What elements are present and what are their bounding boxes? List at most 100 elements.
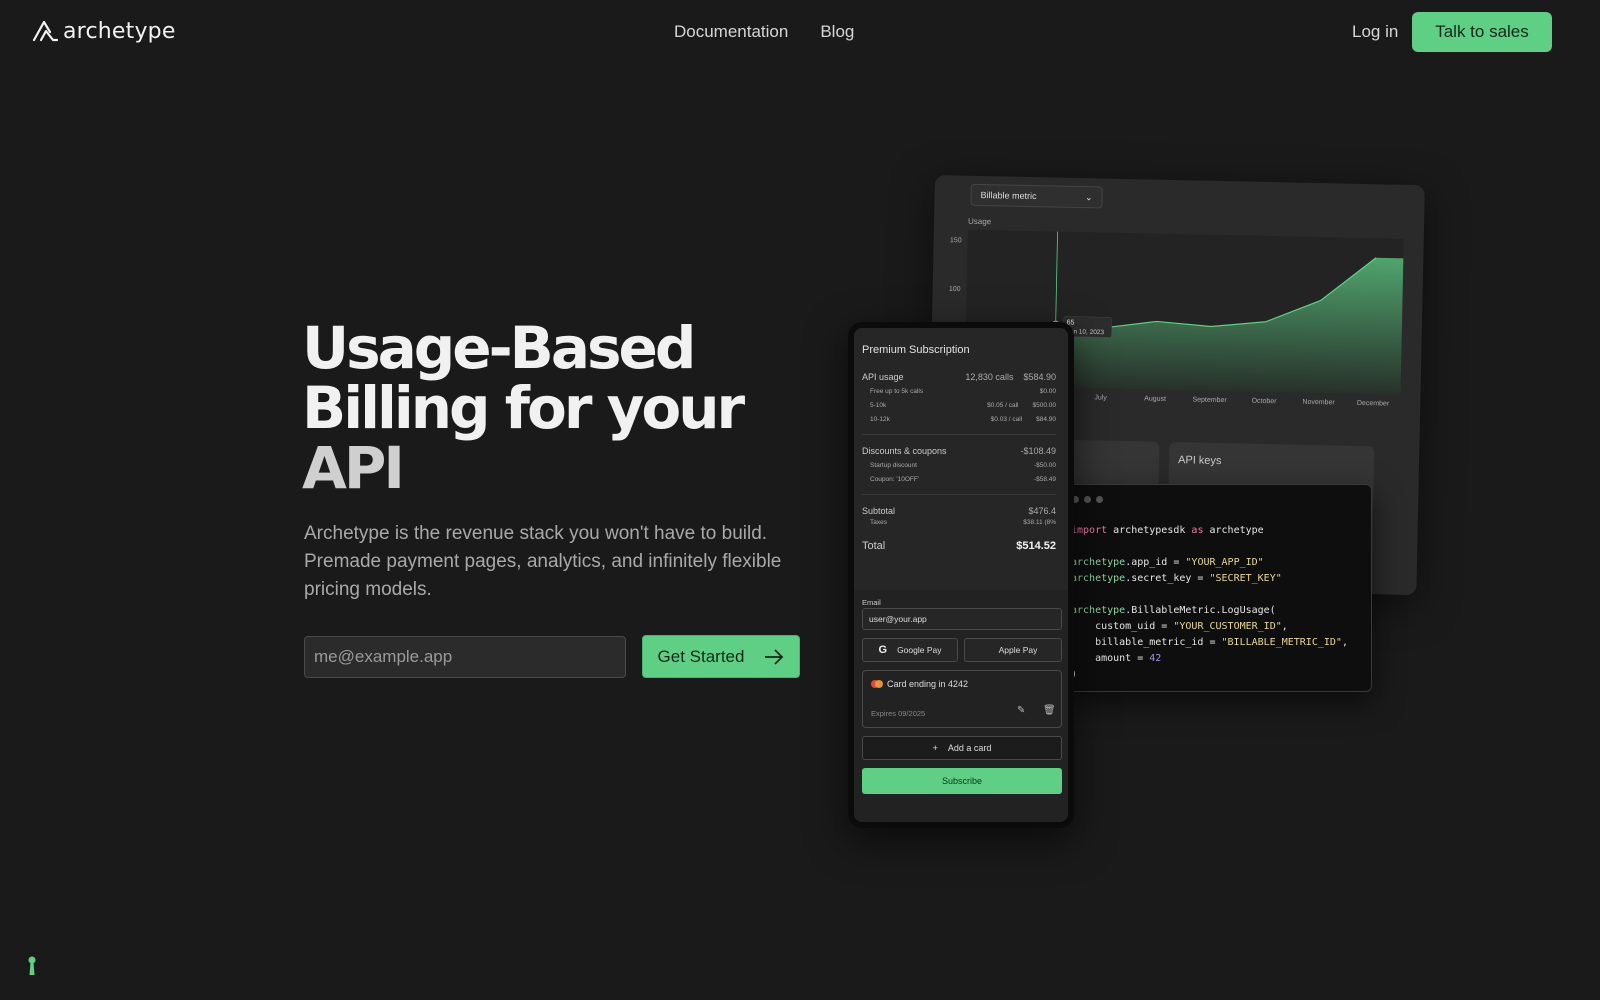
discounts-label: Discounts & coupons [862,446,947,456]
add-card-button[interactable]: + Add a card [862,736,1062,760]
tier-amount: $84.90 [1036,416,1056,423]
tier-label: 5-10k [870,402,887,409]
code-line: billable_metric_id = "BILLABLE_METRIC_ID… [1071,637,1348,648]
hero-title-line: Billing for your [302,374,745,442]
discount-item-row: Startup discount -$50.00 [862,462,1056,469]
signup-email-input[interactable] [304,636,626,678]
taxes-amount: $38.11 (8% [1023,519,1056,526]
nav-links: Documentation Blog [674,22,854,42]
api-usage-row: API usage 12,830 calls $584.90 [862,372,1056,382]
top-nav: archetype Documentation Blog Log in Talk… [0,0,1600,64]
google-pay-button[interactable]: G Google Pay [862,638,958,662]
subtotal-row: Subtotal $476.4 [862,506,1056,516]
discount-item-row: Coupon: '10OFF' -$58.49 [862,476,1056,483]
login-link[interactable]: Log in [1352,22,1398,42]
tier-row: 5-10k $0.05 / call $500.00 [862,402,1056,409]
api-usage-amount: $584.90 [1023,372,1056,382]
subtotal-amount: $476.4 [1028,506,1056,516]
subscription-title: Premium Subscription [862,344,970,356]
keyhole-icon[interactable] [28,956,36,976]
billable-metric-label: Billable metric [980,189,1037,202]
api-usage-label: API usage [862,372,904,382]
subtotal-label: Subtotal [862,506,896,516]
archetype-logo-icon [32,20,59,42]
mastercard-icon [871,680,883,688]
code-line: archetype.BillableMetric.LogUsage( [1071,605,1276,616]
code-line: archetype.app_id = "YOUR_APP_ID" [1071,557,1264,568]
code-snippet-panel: import archetypesdk as archetype archety… [1062,484,1372,692]
tier-amount: $500.00 [1032,402,1057,409]
x-tick-label: October [1252,398,1278,406]
discount-item-amount: -$58.49 [1033,476,1056,483]
edit-icon[interactable]: ✎ [1017,705,1025,716]
divider [862,434,1056,435]
discount-item-label: Coupon: '10OFF' [870,476,920,483]
code-block: import archetypesdk as archetype archety… [1071,523,1348,683]
tier-row: 10-12k $0.03 / call $84.90 [862,416,1056,423]
y-tick-label: 150 [950,237,962,244]
get-started-button[interactable]: Get Started [642,635,800,678]
x-tick-label: August [1144,395,1166,402]
google-icon: G [878,644,888,656]
tier-rate: $0.03 / call [990,416,1023,423]
code-line: import archetypesdk as archetype [1071,525,1264,536]
plus-icon: + [932,743,938,753]
tier-amount: $0.00 [1039,388,1056,395]
x-tick-label: November [1302,399,1335,407]
total-amount: $514.52 [1016,540,1056,552]
hero-title: Usage-Based Billing for your API [302,318,822,498]
apple-pay-label: Apple Pay [998,645,1038,655]
hero-subtitle-line: Premade payment pages, analytics, and in… [304,551,782,572]
code-line: amount = 42 [1071,653,1162,664]
hero-title-line: API [302,434,405,502]
discount-item-amount: -$50.00 [1033,462,1056,469]
api-usage-calls: 12,830 calls [965,372,1014,382]
y-tick-label: 100 [949,286,961,293]
tier-row: Free up to 5k calls $0.00 [862,388,1056,395]
arrow-right-icon [765,648,784,665]
saved-card[interactable]: Card ending in 4242 Expires 09/2025 ✎ 🗑 [862,670,1062,728]
google-pay-label: Google Pay [897,645,942,655]
billable-metric-select[interactable]: Billable metric ⌄ [970,183,1103,209]
taxes-label: Taxes [870,519,887,526]
total-label: Total [862,540,886,552]
nav-link-documentation[interactable]: Documentation [674,22,788,42]
invoice-summary: Premium Subscription API usage 12,830 ca… [854,328,1068,590]
window-dot-icon [1084,496,1091,503]
chevron-down-icon: ⌄ [1084,192,1093,203]
tier-rate: $0.05 / call [987,402,1019,409]
window-dot-icon [1096,496,1103,503]
talk-to-sales-button[interactable]: Talk to sales [1412,12,1552,52]
hero-title-line: Usage-Based [302,314,696,382]
subscribe-button[interactable]: Subscribe [862,768,1062,794]
email-label: Email [862,598,881,607]
add-card-label: Add a card [947,743,992,753]
checkout-phone-mockup: Premium Subscription API usage 12,830 ca… [848,322,1074,828]
code-line: archetype.secret_key = "SECRET_KEY" [1071,573,1282,584]
apple-pay-button[interactable]: Apple Pay [964,638,1062,662]
taxes-row: Taxes $38.11 (8% [862,519,1056,526]
code-line: ) [1071,669,1078,680]
hero-subtitle: Archetype is the revenue stack you won't… [304,520,784,604]
nav-link-blog[interactable]: Blog [820,22,854,42]
tier-label: Free up to 5k calls [870,388,924,395]
x-tick-label: December [1357,400,1390,408]
x-tick-label: September [1192,396,1227,404]
window-controls [1072,496,1103,503]
total-row: Total $514.52 [862,540,1056,552]
logo[interactable]: archetype [31,18,176,44]
card-label: Card ending in 4242 [887,679,969,689]
api-keys-title: API keys [1177,454,1222,468]
checkout-email-field[interactable]: user@your.app [862,608,1062,630]
hero-subtitle-line: Archetype is the revenue stack you won't… [304,523,768,544]
tier-label: 10-12k [870,416,890,423]
logo-text: archetype [63,18,176,44]
discounts-row: Discounts & coupons -$108.49 [862,446,1056,456]
divider [862,494,1056,495]
trash-icon[interactable]: 🗑 [1043,705,1056,716]
discounts-amount: -$108.49 [1020,446,1056,456]
get-started-label: Get Started [657,646,745,666]
discount-item-label: Startup discount [870,462,917,469]
